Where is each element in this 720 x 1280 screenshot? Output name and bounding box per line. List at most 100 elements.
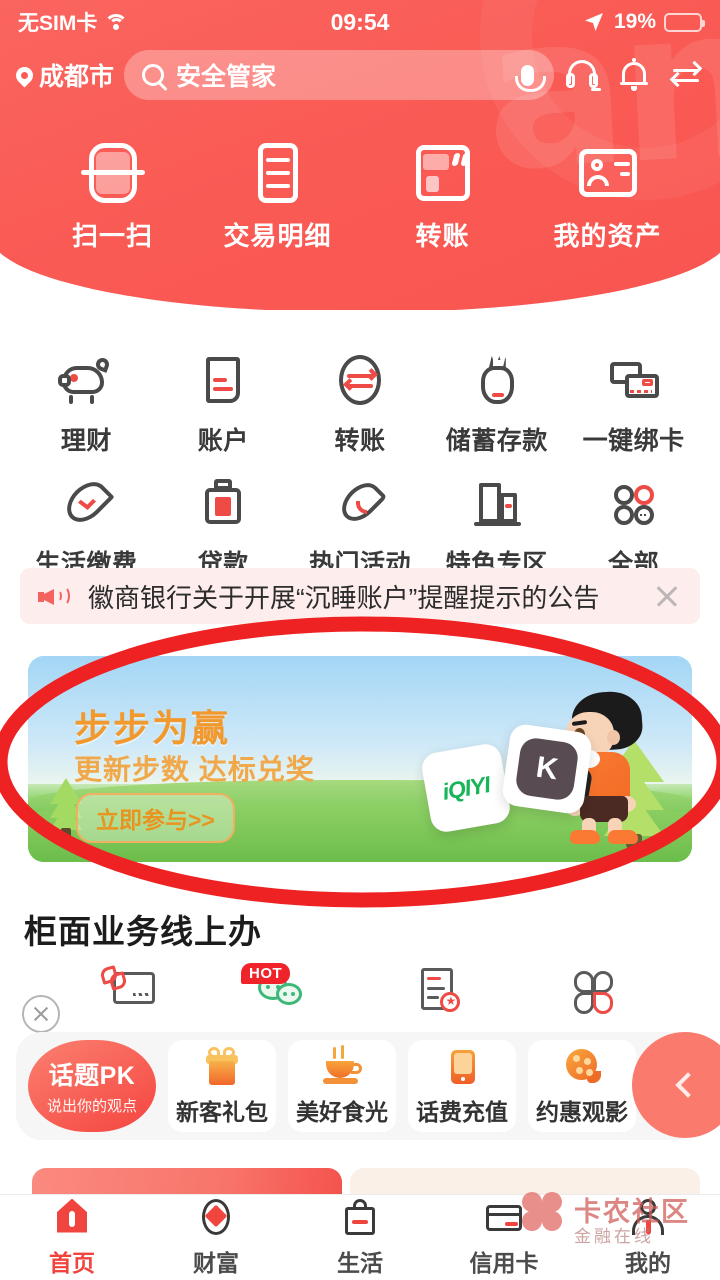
battery-icon <box>664 12 705 32</box>
nav-item-wealth[interactable]: 财富 <box>144 1198 288 1278</box>
search-placeholder: 安全管家 <box>176 63 277 91</box>
mobile-phone-icon <box>441 1045 483 1087</box>
announcement-bar[interactable]: 徽商银行关于开展“沉睡账户”提醒提示的公告 <box>20 568 700 624</box>
coffee-cup-icon <box>321 1045 363 1087</box>
quick-action-transactions[interactable]: 交易明细 <box>203 140 353 253</box>
flower-logo <box>520 1192 568 1234</box>
home-icon <box>51 1198 93 1238</box>
announcement-text: 徽商银行关于开展“沉睡账户”提醒提示的公告 <box>88 582 600 613</box>
search-icon <box>142 64 165 86</box>
money-bag-icon <box>469 352 525 408</box>
banner-cta-button[interactable]: 立即参与>> <box>76 793 235 843</box>
chip-new-customer-gift[interactable]: 新客礼包 <box>168 1040 276 1132</box>
id-card-icon <box>575 140 641 206</box>
keep-logo: K <box>500 722 594 816</box>
grid-item-label: 转账 <box>334 427 386 455</box>
header-section: an 无SIM卡 09:54 19% 成都市 安全管家 扫一扫 交易明细 转账 … <box>0 0 720 310</box>
shopping-bag-icon <box>339 1198 381 1238</box>
chip-pk-subtitle: 说出你的观点 <box>46 1098 137 1115</box>
nav-label: 首页 <box>49 1249 95 1276</box>
header-quick-actions: 扫一扫 交易明细 转账 我的资产 <box>0 140 720 253</box>
status-bar: 无SIM卡 09:54 19% <box>0 0 720 44</box>
transfer-card-icon <box>410 140 476 206</box>
account-document-icon <box>195 352 251 408</box>
status-bar-right: 19% <box>582 10 705 34</box>
customer-service-icon[interactable] <box>564 57 601 93</box>
chip-topic-pk[interactable]: 话题PK 说出你的观点 <box>28 1040 156 1132</box>
grid-item-label: 账户 <box>197 427 249 455</box>
nav-label: 财富 <box>193 1249 239 1276</box>
buildings-icon <box>469 475 525 531</box>
notification-bell-icon[interactable] <box>616 57 652 93</box>
keep-logo-text: K <box>514 736 580 802</box>
piggy-bank-icon <box>58 352 114 408</box>
quick-action-label: 转账 <box>415 221 470 251</box>
search-input[interactable]: 安全管家 <box>124 50 554 100</box>
chip-phone-recharge[interactable]: 话费充值 <box>408 1040 516 1132</box>
close-circle-icon[interactable] <box>22 995 60 1033</box>
grid-item-licai[interactable]: 理财 <box>18 340 155 463</box>
diamond-icon <box>195 1198 237 1238</box>
chip-label: 约惠观影 <box>536 1099 628 1125</box>
fire-icon <box>332 475 388 531</box>
quick-action-label: 交易明细 <box>223 221 332 251</box>
counter-item-wechat[interactable]: HOT <box>205 963 360 1019</box>
four-petal-grid-icon <box>564 965 622 1019</box>
transfer-circle-icon <box>332 352 388 408</box>
quick-action-label: 扫一扫 <box>71 221 153 251</box>
app-screen: an 无SIM卡 09:54 19% 成都市 安全管家 扫一扫 交易明细 转账 … <box>0 0 720 1280</box>
grid-item-label: 储蓄存款 <box>445 427 548 455</box>
city-selector[interactable]: 成都市 <box>12 57 115 93</box>
chip-label: 新客礼包 <box>176 1099 268 1125</box>
grid-menu-row-1: 理财 账户 转账 储蓄存款 一键绑卡 <box>18 340 702 463</box>
counter-service-row: HOT <box>0 963 720 1019</box>
banner-title: 步步为赢 <box>74 708 230 749</box>
water-drop-icon <box>58 474 115 531</box>
iqiyi-logo: iQIYI <box>419 741 513 835</box>
page-title: 柜面业务线上办 <box>24 913 262 950</box>
grid-item-label: 一键绑卡 <box>582 427 685 455</box>
city-label: 成都市 <box>39 63 115 91</box>
document-star-icon <box>409 965 467 1019</box>
chip-pk-title: 话题PK <box>48 1062 136 1090</box>
grid-item-yijianbangka[interactable]: 一键绑卡 <box>565 340 702 463</box>
counter-item-document[interactable] <box>360 965 515 1019</box>
grid-menu: 理财 账户 转账 储蓄存款 一键绑卡 生活缴费 贷款 热门活动 特色专区 全部 <box>0 340 720 586</box>
quick-action-label: 我的资产 <box>553 221 662 251</box>
microphone-icon[interactable] <box>515 64 546 92</box>
counter-item-more[interactable] <box>515 965 670 1019</box>
close-icon[interactable] <box>652 581 682 611</box>
grid-item-zhanghu[interactable]: 账户 <box>155 340 292 463</box>
transfer-arrows-icon[interactable] <box>668 57 704 93</box>
chip-movie[interactable]: 约惠观影 <box>528 1040 636 1132</box>
header-search-row: 成都市 安全管家 <box>0 48 720 102</box>
promo-banner[interactable]: iQIYI K 步步为赢 更新步数 达标兑奖 立即参与>> <box>28 656 692 862</box>
header-icon-group <box>564 57 704 93</box>
scan-icon <box>80 140 146 206</box>
location-pin-icon <box>12 62 37 88</box>
transaction-list-icon <box>245 140 311 206</box>
quick-action-my-assets[interactable]: 我的资产 <box>533 140 683 253</box>
quick-action-transfer[interactable]: 转账 <box>368 140 518 253</box>
speaker-icon <box>38 581 72 611</box>
site-watermark: 卡农社区 金融在线 <box>520 1190 710 1252</box>
nav-item-life[interactable]: 生活 <box>288 1198 432 1278</box>
hot-badge: HOT <box>241 963 291 984</box>
grid-item-zhuanzhang[interactable]: 转账 <box>292 340 429 463</box>
promo-chips-row: 话题PK 说出你的观点 新客礼包 美好食光 话费充值 约惠观影 <box>16 1032 704 1140</box>
card-link-icon <box>98 965 157 1019</box>
nav-item-home[interactable]: 首页 <box>0 1198 144 1278</box>
film-reel-icon <box>561 1045 603 1087</box>
chip-label: 话费充值 <box>416 1099 508 1125</box>
all-grid-icon <box>606 475 662 531</box>
chip-food[interactable]: 美好食光 <box>288 1040 396 1132</box>
chip-label: 美好食光 <box>296 1099 388 1125</box>
counter-item-card-link[interactable] <box>50 965 205 1019</box>
battery-percent-label: 19% <box>613 10 656 33</box>
banner-subtitle: 更新步数 达标兑奖 <box>74 754 315 785</box>
gift-box-icon <box>201 1045 243 1087</box>
grid-item-label: 理财 <box>60 427 112 455</box>
watermark-subtitle: 金融在线 <box>574 1227 654 1246</box>
quick-action-scan[interactable]: 扫一扫 <box>38 140 188 253</box>
grid-item-chuxucunkuan[interactable]: 储蓄存款 <box>428 340 565 463</box>
